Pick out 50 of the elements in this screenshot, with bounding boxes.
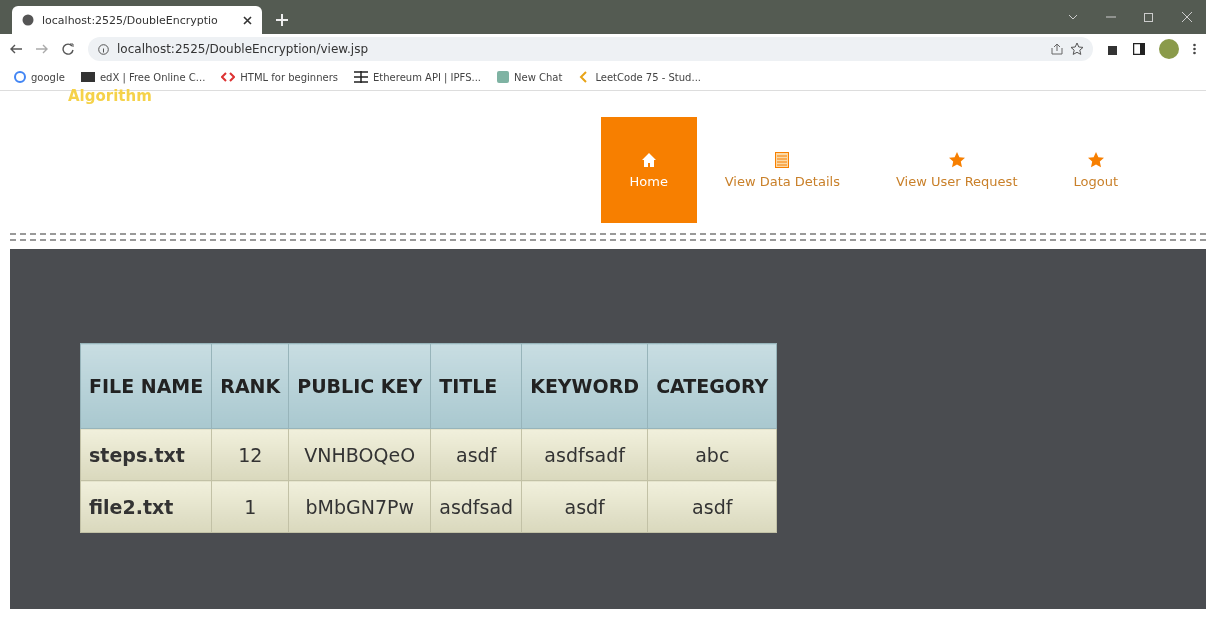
- bookmark[interactable]: New Chat: [497, 71, 563, 83]
- google-icon: [14, 71, 26, 83]
- bookmark[interactable]: Ethereum API | IPFS...: [354, 71, 482, 83]
- info-icon: [98, 43, 109, 55]
- chevron-down-icon[interactable]: [1068, 14, 1078, 20]
- table-cell: file2.txt: [80, 480, 212, 533]
- table-cell: VNHBOQeO: [288, 428, 431, 481]
- table-cell: asdf: [430, 428, 522, 481]
- bookmark[interactable]: edX | Free Online C...: [80, 71, 206, 83]
- globe-icon: [22, 14, 34, 26]
- reload-icon[interactable]: [62, 43, 74, 55]
- back-icon[interactable]: [10, 44, 22, 54]
- column-header: FILE NAME: [80, 343, 212, 429]
- table-icon: [775, 151, 790, 168]
- column-header: CATEGORY: [647, 343, 777, 429]
- star-icon[interactable]: [1071, 43, 1083, 55]
- sidebar-icon[interactable]: [1133, 43, 1145, 55]
- code-icon: [221, 72, 236, 82]
- new-tab-icon[interactable]: [276, 14, 288, 26]
- bookmark[interactable]: HTML for beginners: [221, 71, 339, 83]
- close-icon[interactable]: [243, 15, 252, 25]
- menu-icon[interactable]: [1193, 43, 1196, 55]
- table-cell: steps.txt: [80, 428, 212, 481]
- column-header: KEYWORD: [521, 343, 648, 429]
- table-cell: abc: [647, 428, 777, 481]
- column-header: PUBLIC KEY: [288, 343, 431, 429]
- star-icon: [948, 151, 965, 168]
- star-icon: [1087, 151, 1104, 168]
- site-logo: Algorithm: [68, 87, 152, 105]
- bookmark[interactable]: LeetCode 75 - Stud...: [578, 71, 701, 83]
- chat-icon: [497, 71, 510, 83]
- table-cell: 12: [211, 428, 289, 481]
- column-header: RANK: [211, 343, 289, 429]
- table-cell: bMbGN7Pw: [288, 480, 431, 533]
- table-cell: asdfsad: [430, 480, 522, 533]
- bookmark-icon: [80, 72, 95, 82]
- bookmark-icon: [354, 71, 369, 83]
- browser-tab[interactable]: localhost:2525/DoubleEncryptio: [12, 6, 262, 34]
- address-bar[interactable]: localhost:2525/DoubleEncryption/view.jsp: [88, 37, 1093, 61]
- avatar-icon[interactable]: [1159, 39, 1179, 59]
- restore-icon[interactable]: [1144, 12, 1154, 22]
- table-cell: asdf: [521, 480, 648, 533]
- share-icon[interactable]: [1051, 43, 1063, 55]
- table-cell: asdfsadf: [521, 428, 648, 481]
- home-icon: [640, 151, 657, 168]
- tab-title: localhost:2525/DoubleEncryptio: [42, 13, 219, 27]
- bookmark[interactable]: google: [14, 71, 65, 83]
- table-cell: 1: [211, 480, 289, 533]
- table-cell: asdf: [647, 480, 777, 533]
- column-header: TITLE: [430, 343, 522, 429]
